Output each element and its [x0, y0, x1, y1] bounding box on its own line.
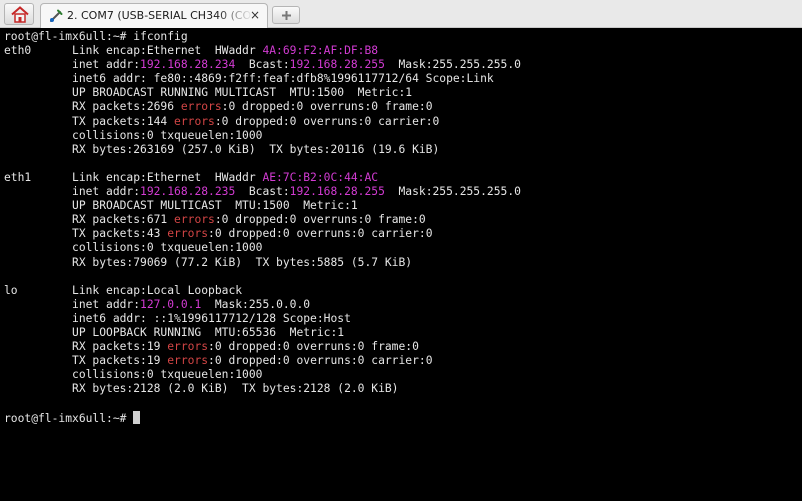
terminal-text: lo Link encap:Local Loopback — [4, 283, 243, 297]
terminal-text: TX packets:19 — [4, 354, 168, 368]
close-icon[interactable]: × — [249, 8, 261, 22]
terminal-text: inet addr: — [4, 58, 141, 72]
error-keyword: errors — [180, 100, 222, 114]
highlighted-value: 4A:69:F2:AF:DF:B8 — [262, 44, 379, 58]
terminal-line: RX bytes:263169 (257.0 KiB) TX bytes:201… — [4, 143, 800, 157]
terminal-text: root@fl-imx6ull:~# ifconfig — [4, 30, 188, 43]
highlighted-value: 192.168.28.255 — [289, 185, 385, 199]
terminal-text: :0 dropped:0 overruns:0 carrier:0 — [208, 227, 433, 241]
terminal-line: collisions:0 txqueuelen:1000 — [4, 241, 800, 255]
terminal-text: :0 dropped:0 overruns:0 carrier:0 — [208, 354, 433, 368]
terminal-text: root@fl-imx6ull:~# — [4, 411, 134, 425]
terminal-text: collisions:0 txqueuelen:1000 — [4, 368, 263, 382]
terminal-line: RX packets:2696 errors:0 dropped:0 overr… — [4, 100, 800, 114]
error-keyword: errors — [174, 114, 215, 128]
terminal-text: Mask:255.255.255.0 — [384, 185, 521, 199]
terminal-text: UP BROADCAST MULTICAST MTU:1500 Metric:1 — [4, 199, 358, 213]
home-button[interactable] — [4, 3, 34, 25]
terminal-line: TX packets:144 errors:0 dropped:0 overru… — [4, 115, 800, 129]
terminal-line: UP BROADCAST RUNNING MULTICAST MTU:1500 … — [4, 86, 800, 100]
terminal-output[interactable]: root@fl-imx6ull:~# ifconfig eth0 Link enc… — [4, 30, 800, 498]
terminal-text: Mask:255.0.0.0 — [201, 297, 311, 311]
terminal-text: RX packets:671 — [4, 213, 175, 227]
error-keyword: errors — [174, 213, 215, 227]
terminal-line: RX bytes:79069 (77.2 KiB) TX bytes:5885 … — [4, 256, 800, 270]
terminal-text: :0 dropped:0 overruns:0 frame:0 — [214, 213, 426, 227]
terminal-text: inet6 addr: ::1%1996117712/128 Scope:Hos… — [4, 311, 351, 325]
terminal-text: RX bytes:263169 (257.0 KiB) TX bytes:201… — [4, 142, 440, 156]
terminal-line: inet6 addr: ::1%1996117712/128 Scope:Hos… — [4, 312, 800, 326]
error-keyword: errors — [167, 227, 209, 241]
terminal-line: TX packets:19 errors:0 dropped:0 overrun… — [4, 354, 800, 368]
terminal-text: Mask:255.255.255.0 — [384, 58, 521, 72]
terminal-line: lo Link encap:Local Loopback — [4, 284, 800, 298]
terminal-line: inet6 addr: fe80::4869:f2ff:feaf:dfb8%19… — [4, 72, 800, 86]
terminal-line: collisions:0 txqueuelen:1000 — [4, 368, 800, 382]
terminal-text: Bcast: — [235, 185, 290, 199]
terminal-line: inet addr:192.168.28.235 Bcast:192.168.2… — [4, 185, 800, 199]
terminal-text: :0 dropped:0 overruns:0 frame:0 — [221, 100, 433, 114]
terminal-text: collisions:0 txqueuelen:1000 — [4, 128, 263, 142]
terminal-line: TX packets:43 errors:0 dropped:0 overrun… — [4, 227, 800, 241]
terminal-text: inet6 addr: fe80::4869:f2ff:feaf:dfb8%19… — [4, 72, 494, 86]
terminal-text: eth1 Link encap:Ethernet HWaddr — [4, 170, 263, 184]
terminal-line: RX packets:19 errors:0 dropped:0 overrun… — [4, 340, 800, 354]
error-keyword: errors — [167, 340, 209, 354]
terminal-line: RX packets:671 errors:0 dropped:0 overru… — [4, 213, 800, 227]
terminal-line: inet addr:127.0.0.1 Mask:255.0.0.0 — [4, 298, 800, 312]
terminal-text: RX packets:2696 — [4, 100, 181, 114]
highlighted-value: AE:7C:B2:0C:44:AC — [262, 170, 379, 184]
terminal-line: root@fl-imx6ull:~# — [4, 410, 800, 425]
terminal-line: eth1 Link encap:Ethernet HWaddr AE:7C:B2… — [4, 171, 800, 185]
terminal-text: collisions:0 txqueuelen:1000 — [4, 241, 263, 255]
terminal-text: :0 dropped:0 overruns:0 carrier:0 — [214, 114, 440, 128]
tab-com7[interactable]: 2. COM7 (USB-SERIAL CH340 (COM7)) × — [40, 3, 268, 28]
terminal-text: UP BROADCAST RUNNING MULTICAST MTU:1500 … — [4, 86, 413, 100]
cursor — [133, 410, 141, 424]
terminal-text: TX packets:144 — [4, 114, 175, 128]
terminal-line: eth0 Link encap:Ethernet HWaddr 4A:69:F2… — [4, 44, 800, 58]
home-icon — [11, 6, 29, 23]
terminal-text: eth0 Link encap:Ethernet HWaddr — [4, 44, 263, 58]
terminal-text: Bcast: — [235, 58, 290, 72]
highlighted-value: 192.168.28.234 — [140, 58, 236, 72]
highlighted-value: 192.168.28.235 — [140, 185, 236, 199]
tab-label: 2. COM7 (USB-SERIAL CH340 (COM7)) — [67, 9, 253, 22]
new-tab-button[interactable] — [272, 6, 300, 24]
highlighted-value: 192.168.28.255 — [289, 58, 385, 72]
terminal-tab-icon — [50, 9, 63, 22]
terminal-line: root@fl-imx6ull:~# ifconfig — [4, 30, 800, 44]
terminal-text: inet addr: — [4, 297, 141, 311]
terminal-text: RX bytes:2128 (2.0 KiB) TX bytes:2128 (2… — [4, 382, 399, 396]
tab-bar: 2. COM7 (USB-SERIAL CH340 (COM7)) × — [0, 0, 802, 28]
highlighted-value: 127.0.0.1 — [140, 297, 202, 311]
terminal-text: inet addr: — [4, 185, 141, 199]
terminal-line: UP BROADCAST MULTICAST MTU:1500 Metric:1 — [4, 199, 800, 213]
terminal-text: RX bytes:79069 (77.2 KiB) TX bytes:5885 … — [4, 255, 413, 269]
terminal-text: RX packets:19 — [4, 340, 168, 354]
terminal-text: UP LOOPBACK RUNNING MTU:65536 Metric:1 — [4, 325, 345, 339]
terminal-text: TX packets:43 — [4, 227, 168, 241]
terminal-text: :0 dropped:0 overruns:0 frame:0 — [208, 340, 419, 354]
terminal-line: inet addr:192.168.28.234 Bcast:192.168.2… — [4, 58, 800, 72]
terminal-line: collisions:0 txqueuelen:1000 — [4, 129, 800, 143]
new-tab-icon — [282, 11, 291, 20]
error-keyword: errors — [167, 354, 209, 368]
terminal-line: UP LOOPBACK RUNNING MTU:65536 Metric:1 — [4, 326, 800, 340]
terminal-line: RX bytes:2128 (2.0 KiB) TX bytes:2128 (2… — [4, 382, 800, 396]
